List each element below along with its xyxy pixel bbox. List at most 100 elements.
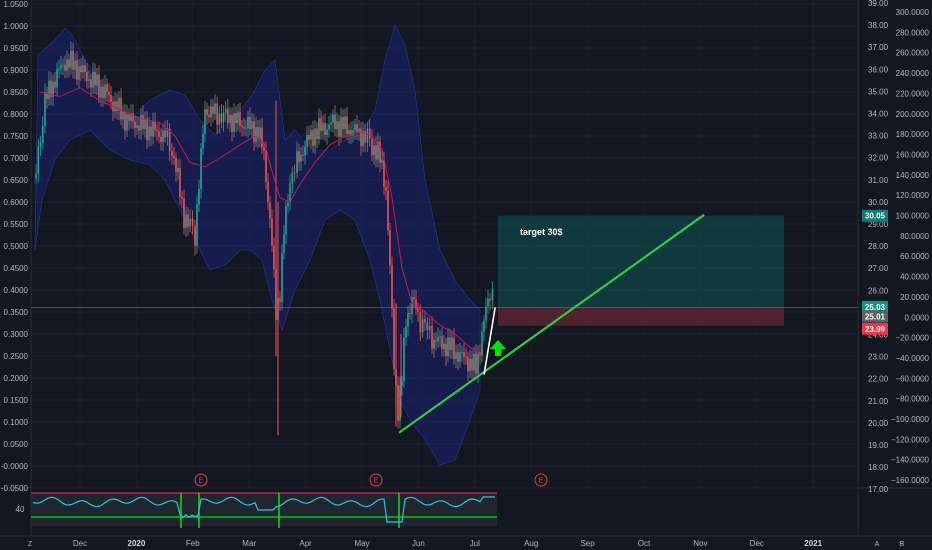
candle (467, 357, 469, 372)
left-axis-tick: 1.0500 (4, 0, 29, 9)
timezone-label: Z (28, 541, 33, 548)
candle (273, 245, 275, 270)
oscillator-axis-tick: 0.0000 (905, 313, 930, 322)
price-axis-tick: 33.00 (868, 132, 889, 141)
candle (200, 148, 202, 189)
time-axis-tick: Dec (73, 539, 87, 548)
candle (340, 117, 342, 137)
candle (385, 186, 387, 191)
candle (397, 384, 399, 421)
candle (86, 71, 88, 81)
candle (198, 188, 200, 205)
candle (368, 128, 371, 139)
time-axis-tick: Aug (524, 539, 538, 548)
chart[interactable]: 1.0500 1.0000 0.9500 0.9000 0.8500 0.8000 0.75… (0, 0, 932, 550)
candle (140, 114, 142, 131)
time-axis-tick: Feb (186, 539, 200, 548)
left-axis-tick: -0.0500 (1, 484, 29, 493)
candle (483, 320, 485, 332)
candle (212, 106, 214, 114)
candle (116, 101, 118, 111)
price-axis-tick: 23.00 (868, 353, 889, 362)
candle (94, 71, 96, 86)
earnings-marker-label: E (374, 478, 379, 485)
candle (316, 128, 318, 139)
indicator-level-label: 40 (16, 505, 25, 514)
candle (100, 86, 102, 98)
candle (76, 60, 78, 80)
candle (375, 145, 377, 160)
price-axis-tick: 30.00 (868, 198, 889, 207)
candle (37, 146, 40, 174)
candle (227, 108, 229, 124)
candle (389, 230, 391, 265)
oscillator-axis-tick: −100.0000 (891, 415, 930, 424)
candle (210, 106, 212, 118)
candle (267, 181, 269, 203)
candle (64, 64, 66, 71)
candle (424, 319, 426, 323)
candle (156, 129, 158, 132)
candle (231, 114, 233, 132)
oscillator-axis-tick: 20.0000 (900, 293, 929, 302)
candle (428, 325, 431, 330)
candle (194, 226, 196, 246)
time-axis-tick: 2020 (128, 539, 146, 548)
candle (366, 128, 369, 143)
candle (308, 134, 310, 140)
price-badge-label: 23.99 (865, 325, 886, 334)
left-axis-tick: 0.0500 (4, 440, 29, 449)
candle (373, 145, 375, 156)
candle (449, 337, 451, 351)
up-arrow-icon (490, 340, 506, 356)
left-axis-tick: 0.6000 (4, 198, 29, 207)
candle (134, 121, 136, 129)
price-axis-tick: 35.00 (868, 87, 889, 96)
candle (138, 125, 140, 131)
candle (387, 190, 389, 231)
candle (72, 50, 74, 70)
candle (324, 122, 326, 135)
candle (463, 351, 465, 357)
candle (461, 351, 463, 353)
price-axis-tick: 20.00 (868, 419, 889, 428)
candle (54, 81, 56, 88)
candle (82, 65, 84, 73)
time-axis-tick: Oct (638, 539, 651, 548)
candle (60, 65, 62, 69)
candle (44, 92, 46, 126)
time-axis-tick: Mar (242, 539, 256, 548)
price-axis-tick: 36.00 (868, 65, 889, 74)
candle (338, 121, 340, 137)
oscillator-axis-tick: 180.0000 (896, 130, 930, 139)
candle (179, 168, 181, 198)
candle (279, 298, 281, 302)
candle (271, 218, 273, 246)
candle (352, 130, 354, 136)
candle (48, 80, 50, 99)
price-axis-tick: 32.00 (868, 154, 889, 163)
candle (453, 337, 455, 360)
time-axis-tick: May (354, 539, 369, 548)
candle (304, 146, 306, 156)
candle (342, 117, 344, 129)
oscillator-axis-tick: −160.0000 (891, 476, 930, 485)
candle (417, 308, 419, 313)
time-axis-tick: Dec (750, 539, 764, 548)
candle (312, 130, 314, 146)
candle (235, 113, 237, 123)
candle (346, 116, 348, 134)
candle (362, 131, 364, 147)
candle (407, 312, 409, 328)
candle (348, 130, 350, 134)
candle (39, 142, 42, 147)
candle (439, 336, 441, 338)
oscillator-axis-tick: 140.0000 (896, 171, 930, 180)
time-axis-tick: Nov (693, 539, 707, 548)
oscillator-axis-tick: −120.0000 (891, 435, 930, 444)
left-axis-tick: 0.1000 (4, 418, 29, 427)
candle (433, 339, 435, 349)
left-axis-tick: 0.5000 (4, 242, 29, 251)
candle (104, 84, 106, 99)
candle (302, 154, 304, 156)
